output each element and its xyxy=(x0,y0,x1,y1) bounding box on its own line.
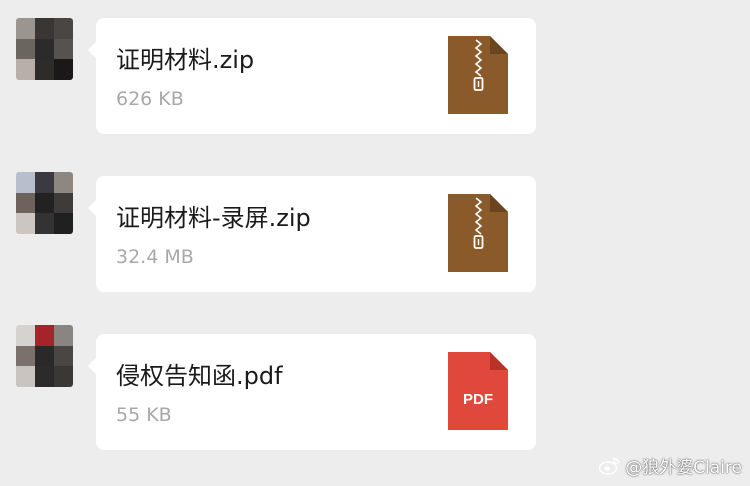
file-name: 侵权告知函.pdf xyxy=(116,362,283,390)
pdf-icon: PDF xyxy=(448,352,508,430)
zip-archive-icon xyxy=(448,194,508,272)
avatar[interactable] xyxy=(16,18,73,80)
watermark-text: @狼外婆Claire xyxy=(625,458,742,478)
file-size: 626 KB xyxy=(116,88,184,110)
avatar[interactable] xyxy=(16,172,73,234)
file-name: 证明材料.zip xyxy=(116,46,255,74)
watermark: @狼外婆Claire xyxy=(599,453,742,478)
file-name: 证明材料-录屏.zip xyxy=(116,204,311,232)
file-size: 32.4 MB xyxy=(116,246,194,268)
file-message-bubble[interactable]: 侵权告知函.pdf 55 KB PDF xyxy=(88,334,536,450)
avatar[interactable] xyxy=(16,325,73,387)
zip-archive-icon xyxy=(448,36,508,114)
file-size: 55 KB xyxy=(116,404,172,426)
file-message-bubble[interactable]: 证明材料.zip 626 KB xyxy=(88,18,536,134)
file-message-bubble[interactable]: 证明材料-录屏.zip 32.4 MB xyxy=(88,176,536,292)
weibo-logo-icon xyxy=(599,457,620,475)
pdf-icon-label: PDF xyxy=(463,391,493,408)
